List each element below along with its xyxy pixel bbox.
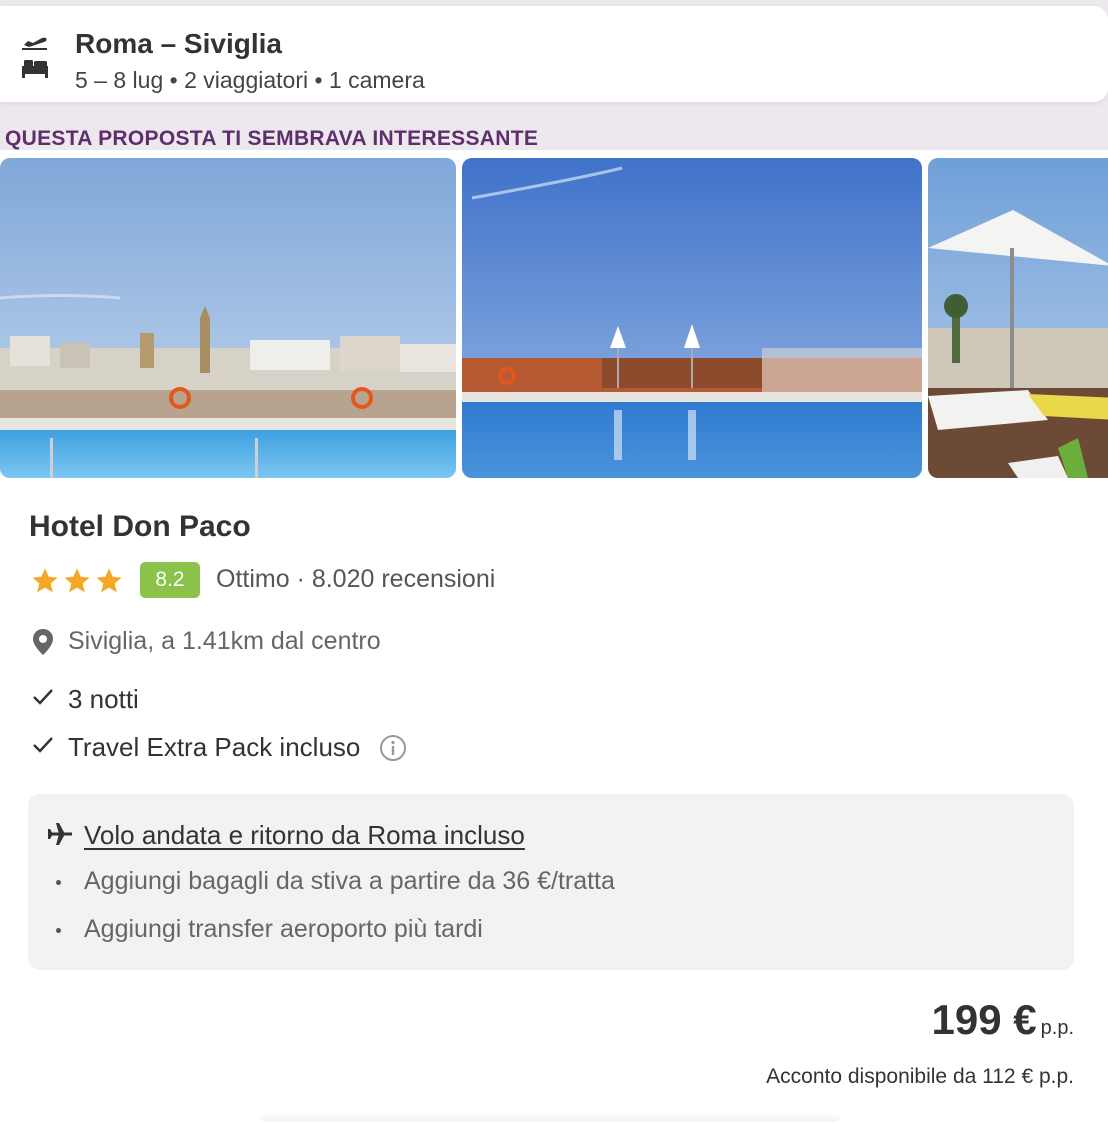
- plane-departure-icon: [22, 37, 47, 50]
- deposit-info: Acconto disponibile da 112 € p.p.: [766, 1065, 1074, 1088]
- hotel-photo[interactable]: [928, 158, 1108, 478]
- flight-note: Aggiungi transfer aeroporto più tardi: [54, 914, 954, 948]
- rating-row: 8.2 Ottimo · 8.020 recensioni: [30, 562, 730, 600]
- hotel-photo[interactable]: [462, 158, 922, 478]
- hotel-offer-card[interactable]: Hotel Don Paco 8.2 Ottimo · 8.020 recens…: [0, 150, 1108, 1124]
- search-summary-card[interactable]: Roma – Siviglia 5 – 8 lug • 2 viaggiator…: [0, 6, 1108, 102]
- feature-item: 3 notti: [32, 682, 732, 718]
- checkmark-icon: [33, 737, 53, 753]
- flight-note: Aggiungi bagagli da stiva a partire da 3…: [54, 866, 954, 900]
- feature-label: Travel Extra Pack incluso: [68, 732, 361, 762]
- checkmark-icon: [33, 689, 53, 705]
- star-icon: [96, 568, 122, 593]
- rooftop-pool-city-view-image: [0, 158, 456, 478]
- bullet-icon: [56, 928, 61, 933]
- feature-item: Travel Extra Pack incluso: [32, 730, 732, 766]
- terrace-umbrella-loungers-image: [928, 158, 1108, 478]
- flight-note-text: Aggiungi bagagli da stiva a partire da 3…: [84, 867, 615, 895]
- rooftop-pool-reflection-image: [462, 158, 922, 478]
- price-block: 199 € p.p.: [932, 996, 1074, 1052]
- hotel-photo[interactable]: [0, 158, 456, 478]
- star-icon: [32, 568, 58, 593]
- flight-note-text: Aggiungi transfer aeroporto più tardi: [84, 915, 483, 943]
- star-rating: [30, 566, 126, 596]
- trip-type-icons: [20, 36, 54, 82]
- review-summary[interactable]: Ottimo · 8.020 recensioni: [216, 565, 495, 594]
- location-pin-icon: [33, 629, 53, 655]
- route-title: Roma – Siviglia: [75, 28, 282, 59]
- bed-icon: [22, 60, 48, 78]
- suggestion-label: QUESTA PROPOSTA TI SEMBRAVA INTERESSANTE: [5, 127, 539, 150]
- price-unit: p.p.: [1040, 1017, 1074, 1039]
- price-value: 199 €: [931, 996, 1037, 1043]
- photo-gallery[interactable]: [0, 158, 1108, 478]
- card-bottom-edge: [260, 1112, 840, 1122]
- score-badge: 8.2: [140, 562, 200, 598]
- flight-info-box: Volo andata e ritorno da Roma incluso Ag…: [28, 794, 1074, 970]
- star-icon: [64, 568, 90, 593]
- location-row: Siviglia, a 1.41km dal centro: [32, 624, 732, 664]
- bullet-icon: [56, 880, 61, 885]
- feature-label: 3 notti: [68, 684, 139, 714]
- trip-details: 5 – 8 lug • 2 viaggiatori • 1 camera: [75, 67, 425, 93]
- location-text: Siviglia, a 1.41km dal centro: [68, 627, 381, 655]
- flight-details-link[interactable]: Volo andata e ritorno da Roma incluso: [84, 820, 525, 851]
- flight-headline-row: Volo andata e ritorno da Roma incluso: [46, 818, 946, 854]
- hotel-name[interactable]: Hotel Don Paco: [29, 510, 251, 544]
- info-icon[interactable]: [379, 734, 407, 762]
- plane-icon: [48, 823, 72, 845]
